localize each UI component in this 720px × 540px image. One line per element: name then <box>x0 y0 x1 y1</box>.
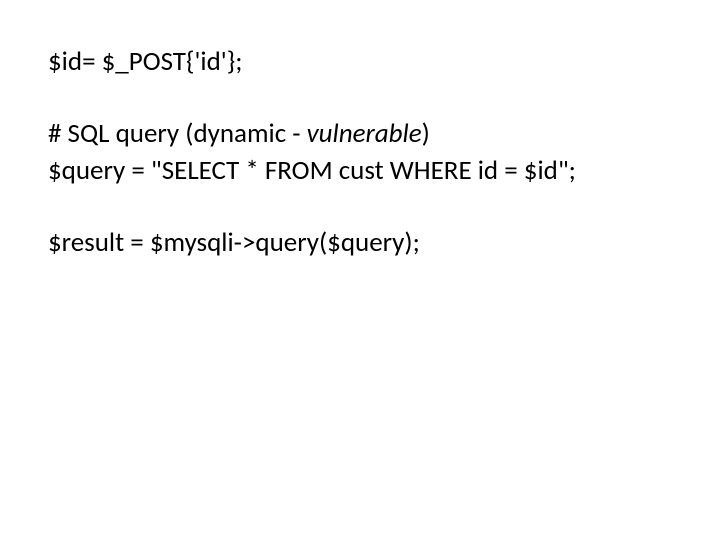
blank-line-1 <box>48 80 672 116</box>
code-line-2a: # SQL query (dynamic - <box>48 117 307 150</box>
blank-line-2 <box>48 189 672 225</box>
slide-body: $id= $_POST{'id'}; # SQL query (dynamic … <box>0 0 720 540</box>
code-line-2b-italic: vulnerable <box>307 117 422 150</box>
code-line-4: $result = $mysqli->query($query); <box>48 225 672 261</box>
code-line-2: # SQL query (dynamic - vulnerable) <box>48 116 672 152</box>
code-line-3: $query = "SELECT * FROM cust WHERE id = … <box>48 153 672 189</box>
code-line-1: $id= $_POST{'id'}; <box>48 44 672 80</box>
code-line-2c: ) <box>422 117 430 150</box>
